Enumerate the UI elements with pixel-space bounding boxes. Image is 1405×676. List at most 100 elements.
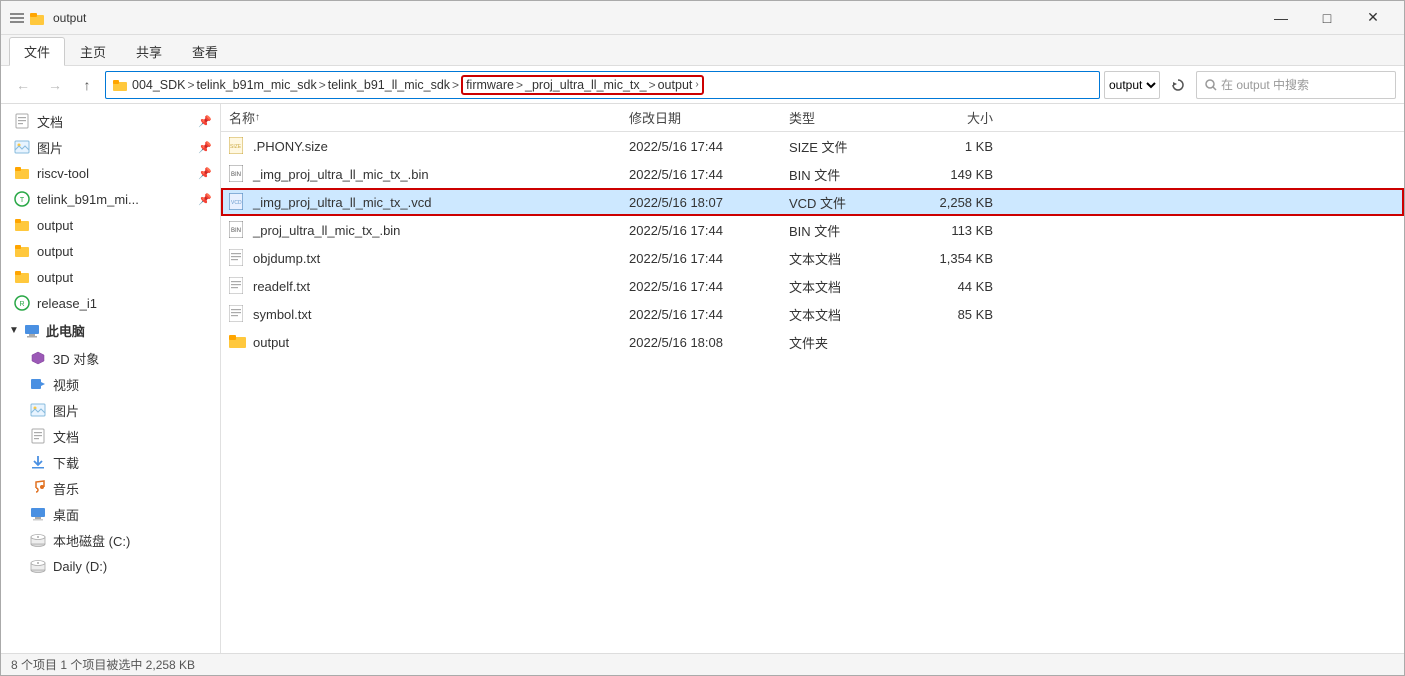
window-title: output — [53, 11, 1258, 25]
videos-label: 视频 — [53, 375, 79, 394]
music-label: 音乐 — [53, 479, 79, 498]
file-type-icon — [229, 305, 247, 323]
search-box[interactable]: 在 output 中搜索 — [1196, 71, 1396, 99]
path-sep-3: > — [452, 78, 459, 92]
file-date-cell: 2022/5/16 17:44 — [621, 300, 781, 328]
svg-text:R: R — [19, 301, 24, 308]
documents-icon — [29, 427, 47, 445]
sidebar-item-output3[interactable]: output — [1, 264, 220, 290]
file-name: objdump.txt — [253, 251, 320, 266]
sidebar-item-downloads[interactable]: 下载 — [1, 449, 220, 475]
back-button[interactable]: ← — [9, 71, 37, 99]
window-menu-icon[interactable] — [9, 10, 25, 26]
table-row[interactable]: VCD _img_proj_ultra_ll_mic_tx_.vcd 2022/… — [221, 188, 1404, 216]
sidebar-item-pictures[interactable]: 图片 — [1, 397, 220, 423]
table-row[interactable]: SIZE .PHONY.size 2022/5/16 17:44 SIZE 文件… — [221, 132, 1404, 160]
file-type-cell: 文件夹 — [781, 328, 901, 356]
sidebar-item-telink[interactable]: T telink_b91m_mi... 📌 — [1, 186, 220, 212]
title-bar: output — □ ✕ — [1, 1, 1404, 35]
up-button[interactable]: ↑ — [73, 71, 101, 99]
forward-button[interactable]: → — [41, 71, 69, 99]
file-name: _img_proj_ultra_ll_mic_tx_.bin — [253, 167, 429, 182]
address-path[interactable]: 004_SDK > telink_b91m_mic_sdk > telink_b… — [105, 71, 1100, 99]
sidebar-item-output1[interactable]: output — [1, 212, 220, 238]
sidebar-item-docs[interactable]: 文档 📌 — [1, 108, 220, 134]
sidebar-output2-label: output — [37, 244, 73, 259]
tab-home[interactable]: 主页 — [65, 37, 121, 65]
path-sep-2: > — [319, 78, 326, 92]
sidebar-item-ddrive[interactable]: Daily (D:) — [1, 553, 220, 579]
path-telinkb91ll[interactable]: telink_b91_ll_mic_sdk — [328, 78, 450, 92]
svg-text:BIN: BIN — [231, 228, 241, 234]
tab-view[interactable]: 查看 — [177, 37, 233, 65]
path-004sdk[interactable]: 004_SDK — [132, 78, 186, 92]
path-output[interactable]: output — [658, 78, 693, 92]
computer-icon — [23, 322, 41, 340]
svg-text:BIN: BIN — [231, 172, 241, 178]
search-icon — [1205, 79, 1217, 91]
sidebar-item-videos[interactable]: 视频 — [1, 371, 220, 397]
path-projultra[interactable]: _proj_ultra_ll_mic_tx_ — [525, 78, 647, 92]
file-area: 名称 ↑ 修改日期 类型 大小 SIZE .PHONY.size 2022/5/… — [221, 104, 1404, 653]
file-type-icon — [229, 277, 247, 295]
file-type-cell: 文本文档 — [781, 244, 901, 272]
sidebar-item-documents[interactable]: 文档 — [1, 423, 220, 449]
sidebar-riscv-label: riscv-tool — [37, 166, 89, 181]
images-icon — [13, 138, 31, 156]
file-type-icon: VCD — [229, 193, 247, 211]
file-type-icon: SIZE — [229, 137, 247, 155]
path-sep-1: > — [188, 78, 195, 92]
path-dropdown[interactable]: output — [1104, 71, 1160, 99]
sidebar-images-label: 图片 — [37, 138, 63, 157]
path-firmware[interactable]: firmware — [466, 78, 514, 92]
sidebar-item-release[interactable]: R release_i1 — [1, 290, 220, 316]
path-folder-icon — [112, 77, 128, 93]
file-type-icon: BIN — [229, 221, 247, 239]
file-name: _img_proj_ultra_ll_mic_tx_.vcd — [253, 195, 431, 210]
file-size-cell: 113 KB — [901, 216, 1001, 244]
file-type-cell: 文本文档 — [781, 272, 901, 300]
tab-share[interactable]: 共享 — [121, 37, 177, 65]
refresh-button[interactable] — [1164, 71, 1192, 99]
sidebar-item-music[interactable]: 音乐 — [1, 475, 220, 501]
sidebar-item-images[interactable]: 图片 📌 — [1, 134, 220, 160]
path-sep-5: > — [649, 78, 656, 92]
file-name-cell: SIZE .PHONY.size — [221, 132, 621, 160]
file-name: readelf.txt — [253, 279, 310, 294]
close-button[interactable]: ✕ — [1350, 1, 1396, 35]
tab-file[interactable]: 文件 — [9, 37, 65, 66]
riscv-icon — [13, 164, 31, 182]
sidebar-item-cdrive[interactable]: 本地磁盘 (C:) — [1, 527, 220, 553]
status-text: 8 个项目 1 个项目被选中 2,258 KB — [11, 656, 195, 673]
col-header-name[interactable]: 名称 ↑ — [221, 104, 621, 132]
path-highlighted-group: firmware > _proj_ultra_ll_mic_tx_ > outp… — [461, 75, 704, 95]
col-header-size[interactable]: 大小 — [901, 104, 1001, 132]
desktop-label: 桌面 — [53, 505, 79, 524]
sidebar-item-riscv[interactable]: riscv-tool 📌 — [1, 160, 220, 186]
ribbon-tabs: 文件 主页 共享 查看 — [1, 35, 1404, 65]
ddrive-label: Daily (D:) — [53, 559, 107, 574]
table-row[interactable]: output 2022/5/16 18:08 文件夹 — [221, 328, 1404, 356]
col-header-date[interactable]: 修改日期 — [621, 104, 781, 132]
3d-label: 3D 对象 — [53, 349, 99, 368]
sidebar-item-3dobjects[interactable]: 3D 对象 — [1, 345, 220, 371]
path-telinkb91m[interactable]: telink_b91m_mic_sdk — [197, 78, 317, 92]
sidebar-item-desktop[interactable]: 桌面 — [1, 501, 220, 527]
path-sep-4: > — [516, 78, 523, 92]
status-bar: 8 个项目 1 个项目被选中 2,258 KB — [1, 653, 1404, 675]
table-row[interactable]: BIN _proj_ultra_ll_mic_tx_.bin 2022/5/16… — [221, 216, 1404, 244]
table-row[interactable]: objdump.txt 2022/5/16 17:44 文本文档 1,354 K… — [221, 244, 1404, 272]
address-bar-row: ← → ↑ 004_SDK > telink_b91m_mic_sdk > te… — [1, 66, 1404, 104]
file-date-cell: 2022/5/16 17:44 — [621, 272, 781, 300]
sidebar-section-thispc[interactable]: ▼ 此电脑 — [1, 316, 220, 345]
col-header-type[interactable]: 类型 — [781, 104, 901, 132]
file-list-body: SIZE .PHONY.size 2022/5/16 17:44 SIZE 文件… — [221, 132, 1404, 653]
table-row[interactable]: symbol.txt 2022/5/16 17:44 文本文档 85 KB — [221, 300, 1404, 328]
sidebar: 文档 📌 图片 📌 riscv-tool 📌 T — [1, 104, 221, 653]
table-row[interactable]: BIN _img_proj_ultra_ll_mic_tx_.bin 2022/… — [221, 160, 1404, 188]
table-row[interactable]: readelf.txt 2022/5/16 17:44 文本文档 44 KB — [221, 272, 1404, 300]
pictures-label: 图片 — [53, 401, 79, 420]
sidebar-item-output2[interactable]: output — [1, 238, 220, 264]
maximize-button[interactable]: □ — [1304, 1, 1350, 35]
minimize-button[interactable]: — — [1258, 1, 1304, 35]
